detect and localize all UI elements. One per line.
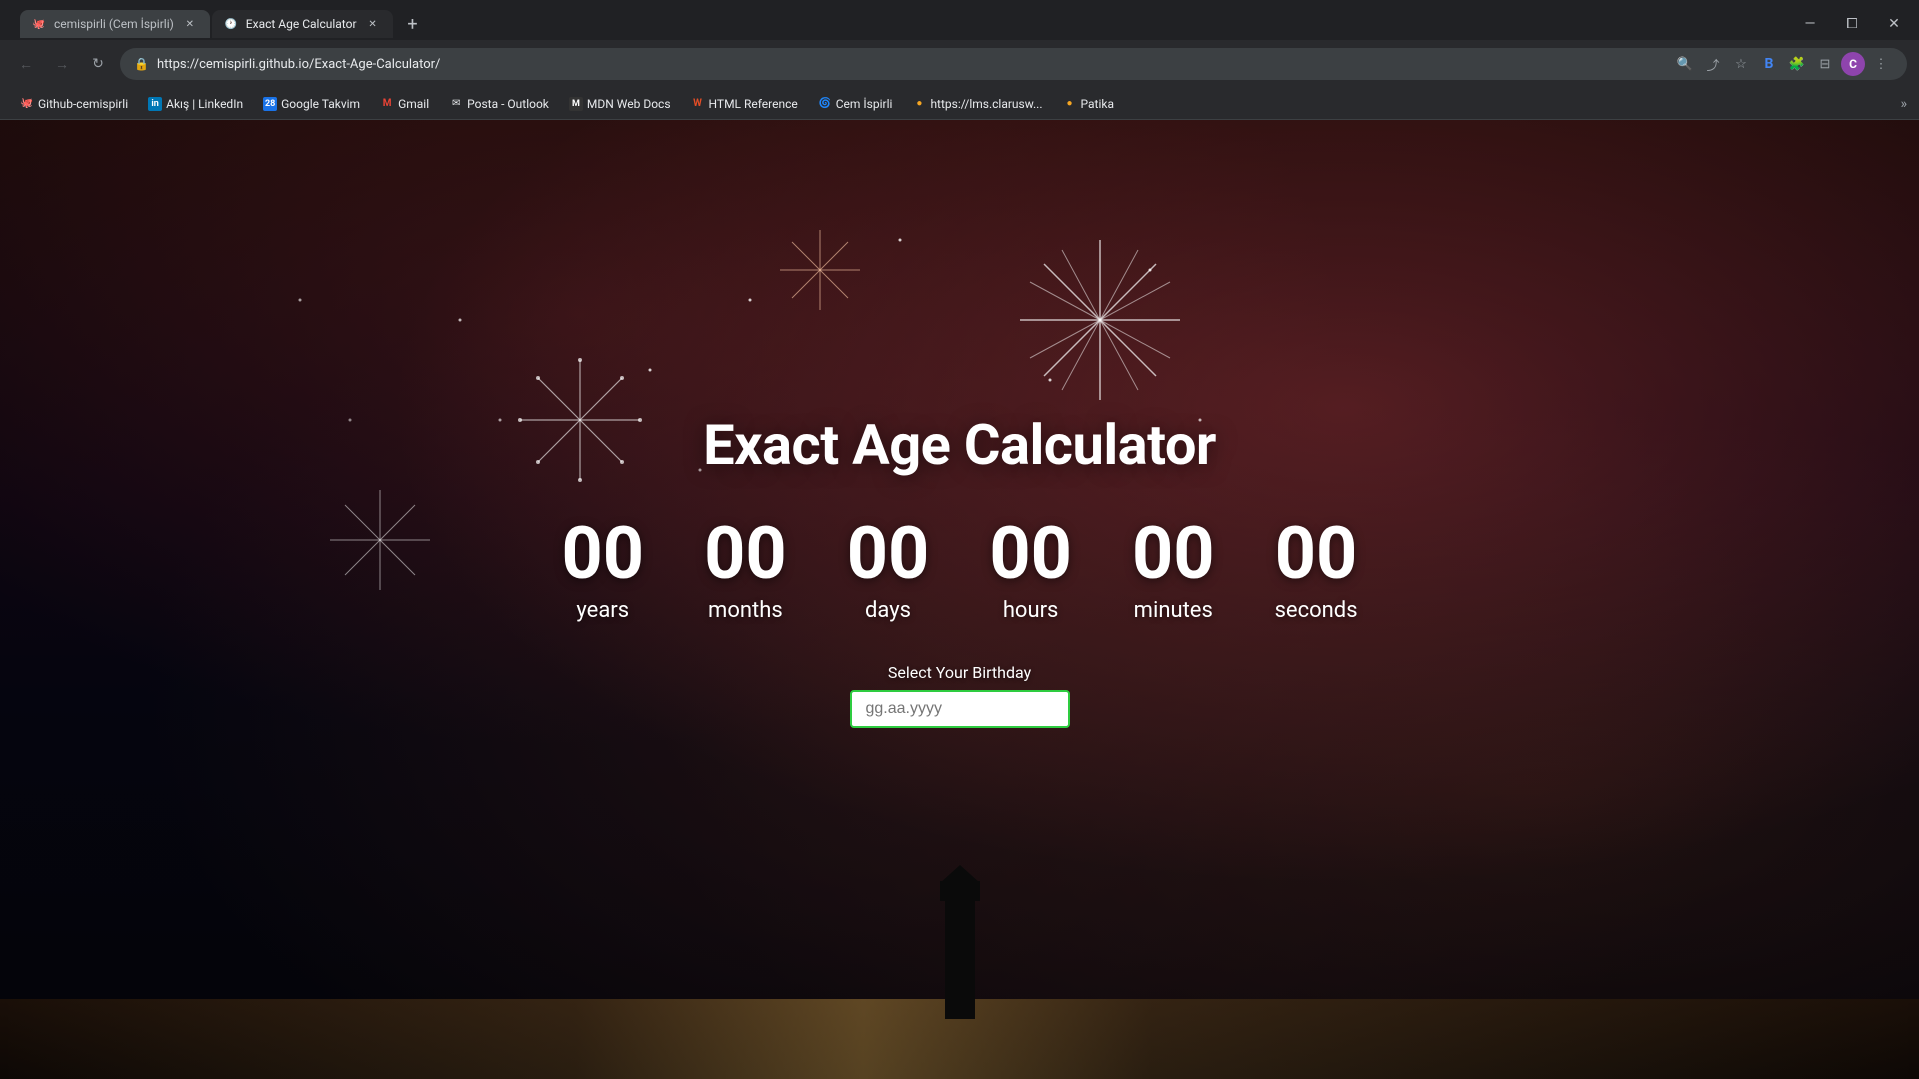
months-label: months	[708, 598, 783, 623]
extensions-b-icon[interactable]: B	[1757, 52, 1781, 76]
bookmark-cem-label: Cem İspirli	[836, 97, 893, 111]
tab-github-close[interactable]: ✕	[182, 16, 198, 32]
birthday-section: Select Your Birthday	[850, 663, 1070, 728]
bookmark-mdn[interactable]: M MDN Web Docs	[561, 95, 679, 113]
minimize-button[interactable]: —	[1797, 11, 1823, 37]
page-content: Exact Age Calculator 00 years 00 months …	[0, 120, 1919, 1079]
bookmark-star-icon[interactable]: ☆	[1729, 52, 1753, 76]
minutes-label: minutes	[1134, 598, 1213, 623]
bookmark-html-ref-label: HTML Reference	[709, 97, 798, 111]
seconds-value: 00	[1275, 518, 1358, 590]
address-icons: 🔍 ⤴ ☆ B 🧩 ⊟ C ⋮	[1673, 52, 1893, 76]
tab-github-favicon: 🐙	[32, 17, 46, 31]
address-bar[interactable]: 🔒 https://cemispirli.github.io/Exact-Age…	[120, 48, 1907, 80]
seconds-label: seconds	[1275, 598, 1358, 623]
bookmark-outlook-label: Posta - Outlook	[467, 97, 549, 111]
hours-label: hours	[1003, 598, 1059, 623]
hours-value: 00	[989, 518, 1072, 590]
days-value: 00	[847, 518, 930, 590]
bookmark-gmail-label: Gmail	[398, 97, 429, 111]
bookmark-github[interactable]: 🐙 Github-cemispirli	[12, 95, 136, 113]
days-label: days	[865, 598, 911, 623]
bookmark-google-cal[interactable]: 28 Google Takvim	[255, 95, 368, 113]
lock-icon: 🔒	[134, 57, 149, 71]
nav-bar: ← → ↻ 🔒 https://cemispirli.github.io/Exa…	[0, 40, 1919, 88]
tab-github-title: cemispirli (Cem İspirli)	[54, 17, 174, 31]
bookmark-linkedin-label: Akış | LinkedIn	[166, 97, 243, 111]
bookmark-lms-label: https://lms.clarusw...	[930, 97, 1042, 111]
refresh-button[interactable]: ↻	[84, 50, 112, 78]
extensions-puzzle-icon[interactable]: 🧩	[1785, 52, 1809, 76]
tab-bar: 🐙 cemispirli (Cem İspirli) ✕ 🕐 Exact Age…	[12, 10, 435, 38]
bookmark-patika-label: Patika	[1081, 97, 1115, 111]
bookmark-html-ref[interactable]: W HTML Reference	[683, 95, 806, 113]
tab-calculator-favicon: 🕐	[224, 17, 238, 31]
bookmarks-bar: 🐙 Github-cemispirli in Akış | LinkedIn 2…	[0, 88, 1919, 120]
forward-button[interactable]: →	[48, 50, 76, 78]
bookmark-cem[interactable]: 🌀 Cem İspirli	[810, 95, 901, 113]
bookmark-linkedin-icon: in	[148, 97, 162, 111]
bookmark-lms-icon: ●	[912, 97, 926, 111]
bookmark-outlook[interactable]: ✉ Posta - Outlook	[441, 95, 557, 113]
address-url: https://cemispirli.github.io/Exact-Age-C…	[157, 57, 1665, 72]
counter-hours: 00 hours	[989, 518, 1072, 623]
counter-days: 00 days	[847, 518, 930, 623]
birthday-label: Select Your Birthday	[888, 663, 1031, 682]
months-value: 00	[704, 518, 787, 590]
bookmark-gmail[interactable]: M Gmail	[372, 95, 437, 113]
close-button[interactable]: ✕	[1881, 11, 1907, 37]
sidebar-icon[interactable]: ⊟	[1813, 52, 1837, 76]
bookmark-gmail-icon: M	[380, 97, 394, 111]
window-controls: — ⧠ ✕	[1797, 11, 1907, 37]
counter-months: 00 months	[704, 518, 787, 623]
search-icon[interactable]: 🔍	[1673, 52, 1697, 76]
minutes-value: 00	[1132, 518, 1215, 590]
birthday-input[interactable]	[850, 690, 1070, 728]
tab-calculator-close[interactable]: ✕	[365, 16, 381, 32]
bookmark-cem-icon: 🌀	[818, 97, 832, 111]
more-menu-icon[interactable]: ⋮	[1869, 52, 1893, 76]
years-value: 00	[561, 518, 644, 590]
share-icon[interactable]: ⤴	[1701, 52, 1725, 76]
tab-calculator[interactable]: 🕐 Exact Age Calculator ✕	[212, 10, 393, 38]
bookmark-mdn-label: MDN Web Docs	[587, 97, 671, 111]
profile-avatar[interactable]: C	[1841, 52, 1865, 76]
bookmarks-more-button[interactable]: »	[1900, 96, 1907, 112]
years-label: years	[576, 598, 629, 623]
bookmark-lms[interactable]: ● https://lms.clarusw...	[904, 95, 1050, 113]
bookmark-google-cal-icon: 28	[263, 97, 277, 111]
bookmark-patika[interactable]: ● Patika	[1055, 95, 1123, 113]
bookmark-linkedin[interactable]: in Akış | LinkedIn	[140, 95, 251, 113]
counter-years: 00 years	[561, 518, 644, 623]
counters-row: 00 years 00 months 00 days 00 hours 00 m…	[561, 518, 1357, 623]
new-tab-button[interactable]: +	[399, 10, 427, 38]
browser-chrome: 🐙 cemispirli (Cem İspirli) ✕ 🕐 Exact Age…	[0, 0, 1919, 120]
bookmark-patika-icon: ●	[1063, 97, 1077, 111]
bookmark-outlook-icon: ✉	[449, 97, 463, 111]
counter-seconds: 00 seconds	[1275, 518, 1358, 623]
bookmark-html-ref-icon: W	[691, 97, 705, 111]
tab-github[interactable]: 🐙 cemispirli (Cem İspirli) ✕	[20, 10, 210, 38]
back-button[interactable]: ←	[12, 50, 40, 78]
bookmark-google-cal-label: Google Takvim	[281, 97, 360, 111]
counter-minutes: 00 minutes	[1132, 518, 1215, 623]
maximize-button[interactable]: ⧠	[1839, 11, 1865, 37]
bookmark-github-label: Github-cemispirli	[38, 97, 128, 111]
title-bar: 🐙 cemispirli (Cem İspirli) ✕ 🕐 Exact Age…	[0, 0, 1919, 40]
app-title: Exact Age Calculator	[703, 412, 1216, 478]
app-content: Exact Age Calculator 00 years 00 months …	[0, 120, 1919, 1079]
bookmark-github-icon: 🐙	[20, 97, 34, 111]
tab-calculator-title: Exact Age Calculator	[246, 17, 357, 31]
bookmark-mdn-icon: M	[569, 97, 583, 111]
